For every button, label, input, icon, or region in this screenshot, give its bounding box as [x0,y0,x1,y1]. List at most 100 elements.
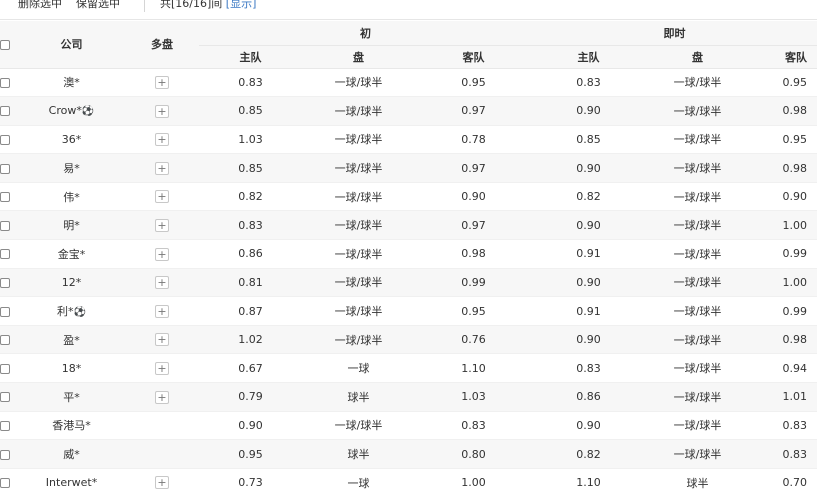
row-checkbox[interactable] [0,77,10,88]
initial-away-odds: 0.99 [415,268,533,298]
header-select [0,21,18,69]
initial-home-odds: 0.83 [199,210,302,241]
row-checkbox[interactable] [0,392,10,403]
company-cell: 澳* [18,68,125,98]
live-away-odds: 0.98 [750,325,817,355]
live-away-odds: 1.00 [750,268,817,298]
plus-icon[interactable]: + [155,390,169,404]
plus-icon[interactable]: + [155,76,169,90]
row-select-cell [0,268,18,298]
table-row: Interwet* +0.73 一球 1.00 1.10 球半 0.70 [0,468,817,490]
company-cell: 12* [18,268,125,298]
delete-selected-link[interactable]: 删除选中 [18,0,62,11]
initial-home-odds: 1.03 [199,125,302,155]
company-name: 香港马* [52,419,91,433]
keep-selected-link[interactable]: 保留选中 [76,0,120,11]
select-all-checkbox[interactable] [0,39,10,50]
live-away-odds: 1.01 [750,382,817,412]
multi-cell: + [125,468,199,490]
live-line: 一球/球半 [645,325,751,355]
initial-home-odds: 1.02 [199,325,302,355]
toolbar: 删除选中 保留选中 共[16/16]间 [显示] [0,0,817,20]
initial-line: 一球/球半 [302,296,415,326]
initial-line: 一球 [302,353,415,384]
company-cell: 伟* [18,182,125,212]
plus-icon[interactable]: + [155,133,169,147]
initial-away-odds: 0.95 [415,68,533,98]
live-home-odds: 1.10 [532,468,646,490]
row-select-cell [0,468,18,490]
initial-away-odds: 0.97 [415,153,533,183]
plus-icon[interactable]: + [155,247,169,261]
company-name: Interwet* [45,476,98,490]
company-cell: 平* [18,382,125,412]
company-cell: 36* [18,125,125,155]
initial-home-odds: 0.81 [199,268,302,298]
company-name: 金宝* [57,247,86,261]
live-line: 一球/球半 [645,239,751,269]
row-checkbox[interactable] [0,478,10,489]
row-checkbox[interactable] [0,134,10,145]
company-count: 共[16/16]间 [显示] [160,0,256,11]
row-checkbox[interactable] [0,192,10,203]
row-checkbox[interactable] [0,363,10,374]
multi-cell: + [125,182,199,212]
multi-cell: + [125,153,199,183]
row-checkbox[interactable] [0,306,10,317]
live-away-odds: 0.83 [750,411,817,441]
initial-line: 一球/球半 [302,325,415,355]
initial-home-odds: 0.90 [199,411,302,441]
row-select-cell [0,96,18,126]
plus-icon[interactable]: + [155,361,169,375]
row-checkbox[interactable] [0,277,10,288]
multi-cell: + [125,268,199,298]
odds-table: 公司 多盘 初 即时 主队 盘 客队 主队 盘 客队 澳* +0.83 一球/球半 0… [0,21,817,490]
toolbar-divider [144,0,145,12]
plus-icon[interactable]: + [155,304,169,318]
row-checkbox[interactable] [0,220,10,231]
row-select-cell [0,182,18,212]
row-checkbox[interactable] [0,420,10,431]
live-line: 一球/球半 [645,353,751,384]
live-line: 一球/球半 [645,96,751,126]
initial-home-odds: 0.67 [199,353,302,384]
initial-away-odds: 0.95 [415,296,533,326]
plus-icon[interactable]: + [155,190,169,204]
plus-icon[interactable]: + [155,333,169,347]
row-checkbox[interactable] [0,163,10,174]
initial-away-odds: 1.03 [415,382,533,412]
initial-away-odds: 0.97 [415,210,533,241]
live-away-odds: 0.98 [750,153,817,183]
multi-cell: + [125,68,199,98]
initial-away-odds: 1.00 [415,468,533,490]
live-line: 一球/球半 [645,125,751,155]
live-away-odds: 0.95 [750,125,817,155]
row-checkbox[interactable] [0,449,10,460]
company-name: 澳* [63,76,80,90]
header-multi: 多盘 [125,21,199,69]
live-away-odds: 0.95 [750,68,817,98]
header-initial-away: 客队 [415,45,533,69]
plus-icon[interactable]: + [155,161,169,175]
plus-icon[interactable]: + [155,476,169,490]
company-cell: 18* [18,353,125,384]
initial-line: 球半 [302,439,415,469]
live-away-odds: 1.00 [750,210,817,241]
row-checkbox[interactable] [0,249,10,260]
live-home-odds: 0.91 [532,239,646,269]
row-select-cell [0,411,18,441]
plus-icon[interactable]: + [155,276,169,290]
plus-icon[interactable]: + [155,104,169,118]
company-cell: Crow*⚽ [18,96,125,126]
count-suffix: ]间 [207,0,223,10]
initial-line: 一球/球半 [302,153,415,183]
multi-cell: + [125,125,199,155]
company-name: 伟* [63,190,80,204]
live-line: 一球/球半 [645,68,751,98]
show-link[interactable]: [显示] [226,0,257,10]
row-checkbox[interactable] [0,335,10,346]
company-cell: 金宝* [18,239,125,269]
plus-icon[interactable]: + [155,219,169,233]
live-away-odds: 0.90 [750,182,817,212]
row-checkbox[interactable] [0,106,10,117]
